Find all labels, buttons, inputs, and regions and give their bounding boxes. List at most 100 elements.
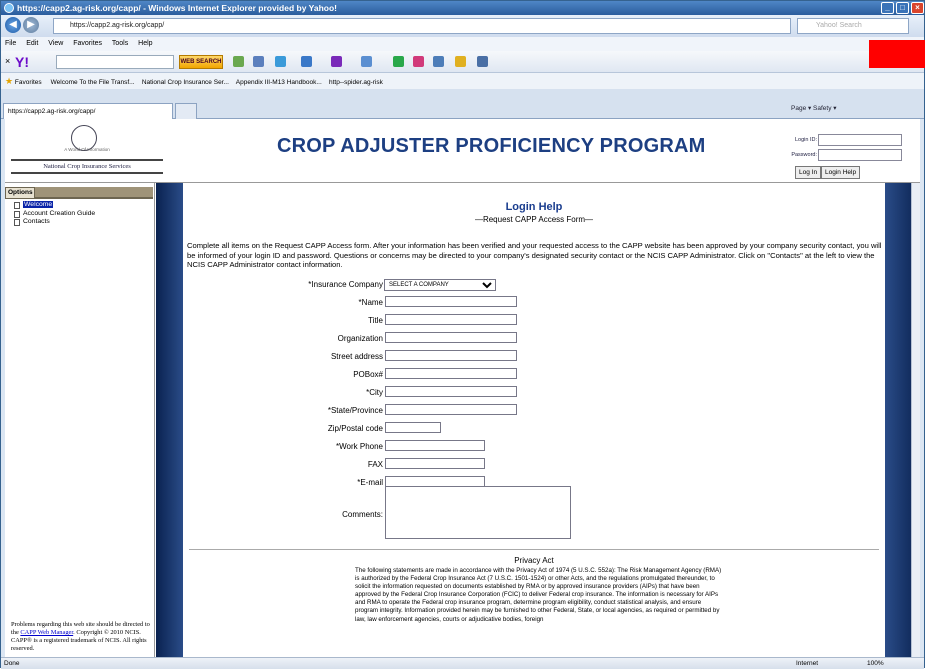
login-id-label: Login ID: [794, 137, 817, 143]
toolbar-icon-11[interactable] [477, 56, 488, 67]
nav-tree: Welcome Account Creation Guide Contacts [11, 201, 95, 227]
sidebar: Options Welcome Account Creation Guide C… [5, 183, 155, 657]
favorite-item[interactable]: National Crop Insurance Ser... [142, 79, 229, 86]
page-icon [14, 219, 20, 226]
close-button[interactable]: × [911, 2, 924, 14]
city-field[interactable] [385, 386, 517, 397]
toolbar-icon-5[interactable] [331, 56, 342, 67]
maximize-button[interactable]: □ [896, 2, 909, 14]
favorites-bar: ★ Favorites Welcome To the File Transf..… [1, 73, 924, 89]
email-label: *E-mail [357, 478, 383, 487]
pobox-field[interactable] [385, 368, 517, 379]
toolbar-icon-3[interactable] [275, 56, 286, 67]
section-divider [189, 549, 879, 550]
toolbar-search-input[interactable] [56, 55, 174, 69]
fax-label: FAX [367, 460, 383, 469]
street-label: Street address [330, 352, 383, 361]
toolbar-icon-9[interactable] [433, 56, 444, 67]
menu-tools[interactable]: Tools [112, 40, 128, 47]
web-search-button[interactable]: WEB SEARCH [179, 55, 223, 69]
menu-bar: File Edit View Favorites Tools Help [1, 37, 924, 51]
tab-active[interactable]: https://capp2.ag-risk.org/capp/ [3, 103, 173, 119]
toolbar-icon-1[interactable] [233, 56, 244, 67]
page-title: CROP ADJUSTER PROFICIENCY PROGRAM [277, 135, 706, 157]
favorite-item[interactable]: http--spider.ag-risk [329, 79, 383, 86]
yahoo-toolbar: × Y! WEB SEARCH [1, 51, 924, 73]
name-label: *Name [358, 298, 383, 307]
favorite-item[interactable]: Appendix III-M13 Handbook... [236, 79, 322, 86]
company-select[interactable]: SELECT A COMPANY [384, 279, 496, 291]
left-decor-band [156, 183, 183, 657]
address-bar[interactable]: https://capp2.ag-risk.org/capp/ [53, 18, 791, 34]
sidebar-item-contacts[interactable]: Contacts [11, 218, 95, 227]
comments-field[interactable] [385, 486, 571, 539]
forward-icon[interactable]: ▶ [23, 17, 39, 33]
tab-row: https://capp2.ag-risk.org/capp/ Page ▾ S… [1, 89, 924, 119]
command-bar[interactable]: Page ▾ Safety ▾ [791, 104, 837, 112]
new-tab-button[interactable] [175, 103, 197, 119]
search-placeholder: Yahoo! Search [816, 22, 862, 29]
title-field[interactable] [385, 314, 517, 325]
favorite-item[interactable]: Welcome To the File Transf... [51, 79, 135, 86]
minimize-button[interactable]: _ [881, 2, 894, 14]
logo-text: National Crop Insurance Services [11, 159, 163, 174]
sidebar-item-label: Account Creation Guide [23, 209, 96, 217]
sidebar-footer-note: Problems regarding this web site should … [11, 621, 151, 653]
zoom-level[interactable]: 100% [867, 658, 884, 670]
toolbar-icon-2[interactable] [253, 56, 264, 67]
internet-zone: Internet [796, 660, 819, 667]
password-field[interactable] [818, 149, 902, 161]
menu-view[interactable]: View [48, 40, 63, 47]
toolbar-icon-8[interactable] [413, 56, 424, 67]
sidebar-item-account-creation-guide[interactable]: Account Creation Guide [11, 210, 95, 219]
sidebar-item-welcome[interactable]: Welcome [11, 201, 95, 210]
options-tab[interactable]: Options [5, 187, 35, 199]
organization-label: Organization [337, 334, 383, 343]
window-title: https://capp2.ag-risk.org/capp/ - Window… [17, 3, 337, 13]
yahoo-logo-icon[interactable]: Y! [15, 54, 29, 70]
organization-field[interactable] [385, 332, 517, 343]
password-label: Password: [791, 152, 817, 158]
browser-window: https://capp2.ag-risk.org/capp/ - Window… [0, 0, 925, 670]
close-toolbar-icon[interactable]: × [5, 56, 10, 66]
page-icon [14, 202, 20, 209]
menu-favorites[interactable]: Favorites [73, 40, 102, 47]
title-bar: https://capp2.ag-risk.org/capp/ - Window… [1, 1, 924, 15]
menu-edit[interactable]: Edit [26, 40, 38, 47]
fax-field[interactable] [385, 458, 485, 469]
back-icon[interactable]: ◀ [5, 17, 21, 33]
name-field[interactable] [385, 296, 517, 307]
street-field[interactable] [385, 350, 517, 361]
toolbar-icon-7[interactable] [393, 56, 404, 67]
work-phone-field[interactable] [385, 440, 485, 451]
favorites-star-icon: ★ [5, 76, 14, 86]
tab-label: https://capp2.ag-risk.org/capp/ [8, 108, 96, 115]
state-field[interactable] [385, 404, 517, 415]
site-header: A World Of Information National Crop Ins… [5, 119, 920, 183]
favorites-button[interactable]: Favorites [15, 79, 42, 86]
logo-tagline: A World Of Information [64, 147, 110, 152]
zip-label: Zip/Postal code [327, 424, 383, 433]
title-label: Title [368, 316, 383, 325]
zip-field[interactable] [385, 422, 441, 433]
sidebar-item-label: Welcome [23, 201, 54, 208]
toolbar-icon-10[interactable] [455, 56, 466, 67]
login-id-field[interactable] [818, 134, 902, 146]
ncis-logo: A World Of Information National Crop Ins… [11, 125, 163, 179]
address-text: https://capp2.ag-risk.org/capp/ [70, 22, 165, 29]
privacy-act-heading: Privacy Act [514, 556, 554, 565]
menu-help[interactable]: Help [138, 40, 152, 47]
toolbar-icon-4[interactable] [301, 56, 312, 67]
login-help-button[interactable]: Login Help [821, 166, 861, 179]
sidebar-item-label: Contacts [23, 218, 50, 225]
privacy-act-text: The following statements are made in acc… [355, 567, 722, 623]
toolbar-icon-6[interactable] [361, 56, 372, 67]
menu-file[interactable]: File [5, 40, 16, 47]
page-scrollbar[interactable] [911, 183, 920, 657]
login-button[interactable]: Log In [795, 166, 822, 179]
state-label: *State/Province [327, 406, 383, 415]
search-input[interactable]: Yahoo! Search [797, 18, 909, 34]
web-manager-link[interactable]: CAPP Web Manager [20, 629, 73, 636]
comments-label: Comments: [342, 510, 383, 519]
main-content: Login Help —Request CAPP Access Form— Co… [183, 183, 885, 657]
